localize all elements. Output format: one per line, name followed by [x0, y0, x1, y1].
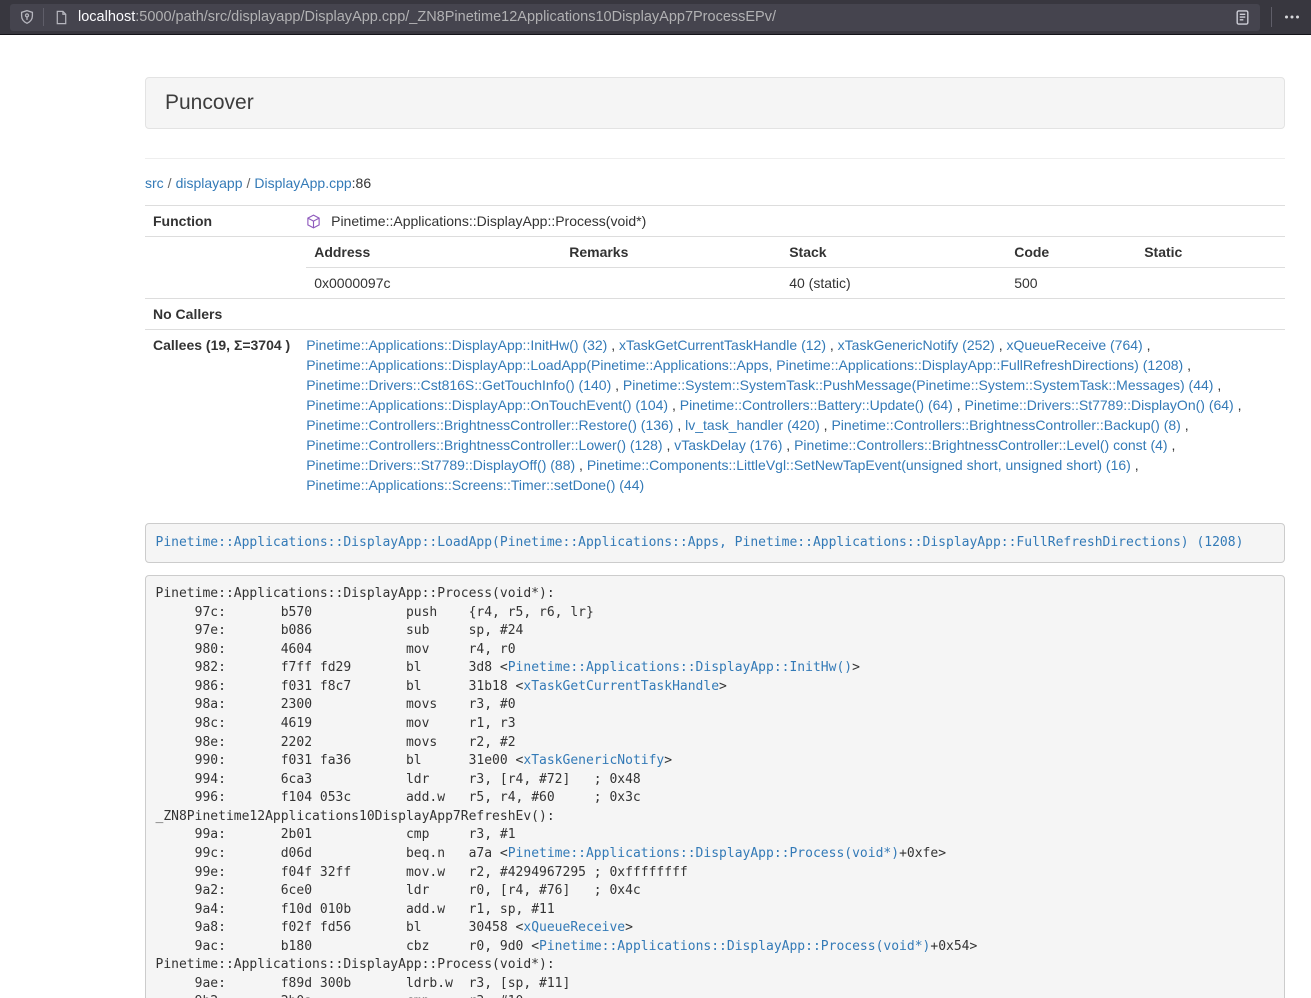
- disasm-symbol-link[interactable]: xTaskGenericNotify: [523, 753, 664, 768]
- divider: [145, 158, 1285, 159]
- callee-link[interactable]: Pinetime::System::SystemTask::PushMessag…: [623, 377, 1214, 393]
- metrics-table: Address Remarks Stack Code Static 0x0000…: [306, 237, 1285, 298]
- callee-link[interactable]: Pinetime::Drivers::St7789::DisplayOn() (…: [965, 397, 1234, 413]
- toolbar-divider: [1271, 7, 1272, 27]
- app-header-panel: Puncover: [145, 77, 1285, 129]
- selected-symbol-link[interactable]: Pinetime::Applications::DisplayApp::Load…: [156, 535, 1244, 550]
- reader-mode-icon[interactable]: [1234, 9, 1251, 26]
- disasm-symbol-link[interactable]: xQueueReceive: [523, 920, 625, 935]
- callee-link[interactable]: lv_task_handler (420): [685, 417, 820, 433]
- breadcrumb: src/displayapp/DisplayApp.cpp:86: [145, 173, 1285, 193]
- breadcrumb-link-displayapp[interactable]: displayapp: [176, 175, 243, 191]
- no-callers-label: No Callers: [145, 299, 298, 330]
- breadcrumb-separator: /: [247, 175, 251, 191]
- callee-link[interactable]: Pinetime::Applications::DisplayApp::Load…: [306, 357, 1183, 373]
- page-icon: [54, 10, 69, 25]
- disasm-symbol-link[interactable]: Pinetime::Applications::DisplayApp::Init…: [508, 660, 852, 675]
- stack-value: 40 (static): [781, 268, 1006, 299]
- function-table: Function Pinetime::Applications::Display…: [145, 205, 1285, 500]
- urlbar-divider: [43, 8, 44, 26]
- column-header-address: Address: [306, 237, 561, 268]
- function-name: Pinetime::Applications::DisplayApp::Proc…: [331, 213, 646, 229]
- remarks-value: [561, 268, 781, 299]
- selected-symbol-block: Pinetime::Applications::DisplayApp::Load…: [145, 523, 1285, 563]
- static-value: [1136, 268, 1285, 299]
- page-content: Puncover src/displayapp/DisplayApp.cpp:8…: [145, 77, 1285, 998]
- breadcrumb-link-file[interactable]: DisplayApp.cpp: [254, 175, 351, 191]
- package-icon: [306, 214, 321, 229]
- metrics-value-row: 0x0000097c 40 (static) 500: [306, 268, 1285, 299]
- callee-link[interactable]: Pinetime::Controllers::Battery::Update()…: [680, 397, 953, 413]
- callee-link[interactable]: Pinetime::Drivers::Cst816S::GetTouchInfo…: [306, 377, 611, 393]
- url-path: :5000/path/src/displayapp/DisplayApp.cpp…: [135, 9, 776, 25]
- url-bar[interactable]: localhost:5000/path/src/displayapp/Displ…: [10, 4, 1260, 31]
- column-header-static: Static: [1136, 237, 1285, 268]
- callee-link[interactable]: Pinetime::Controllers::BrightnessControl…: [306, 417, 673, 433]
- url-host: localhost: [78, 9, 135, 25]
- column-header-code: Code: [1006, 237, 1136, 268]
- url-text: localhost:5000/path/src/displayapp/Displ…: [78, 9, 1226, 25]
- breadcrumb-link-src[interactable]: src: [145, 175, 164, 191]
- column-header-remarks: Remarks: [561, 237, 781, 268]
- disasm-symbol-link[interactable]: Pinetime::Applications::DisplayApp::Proc…: [539, 939, 930, 954]
- more-menu-icon[interactable]: [1283, 9, 1301, 25]
- callee-link[interactable]: Pinetime::Controllers::BrightnessControl…: [794, 437, 1167, 453]
- function-row: Function Pinetime::Applications::Display…: [145, 206, 1285, 237]
- callee-link[interactable]: xTaskGenericNotify (252): [838, 337, 995, 353]
- browser-window: localhost:5000/path/src/displayapp/Displ…: [0, 0, 1311, 998]
- callee-link[interactable]: Pinetime::Drivers::St7789::DisplayOff() …: [306, 457, 575, 473]
- breadcrumb-line-number: :86: [352, 175, 371, 191]
- callee-link[interactable]: xTaskGetCurrentTaskHandle (12): [619, 337, 826, 353]
- callees-row: Callees (19, Σ=3704 ) Pinetime::Applicat…: [145, 330, 1285, 501]
- function-name-cell: Pinetime::Applications::DisplayApp::Proc…: [298, 206, 1285, 237]
- callee-link[interactable]: Pinetime::Applications::DisplayApp::OnTo…: [306, 397, 668, 413]
- callee-link[interactable]: xQueueReceive (764): [1007, 337, 1143, 353]
- function-row-label: Function: [145, 206, 298, 237]
- no-callers-row: No Callers: [145, 299, 1285, 330]
- callee-link[interactable]: Pinetime::Components::LittleVgl::SetNewT…: [587, 457, 1131, 473]
- app-title: Puncover: [165, 91, 254, 114]
- callee-link[interactable]: vTaskDelay (176): [674, 437, 782, 453]
- shield-icon[interactable]: [19, 9, 35, 25]
- disasm-symbol-link[interactable]: Pinetime::Applications::DisplayApp::Proc…: [508, 846, 899, 861]
- callee-link[interactable]: Pinetime::Applications::DisplayApp::Init…: [306, 337, 607, 353]
- callees-list: Pinetime::Applications::DisplayApp::Init…: [298, 330, 1285, 501]
- metrics-row: Address Remarks Stack Code Static 0x0000…: [145, 237, 1285, 299]
- address-value: 0x0000097c: [306, 268, 561, 299]
- callee-link[interactable]: Pinetime::Controllers::BrightnessControl…: [831, 417, 1180, 433]
- callee-link[interactable]: Pinetime::Applications::Screens::Timer::…: [306, 477, 644, 493]
- column-header-stack: Stack: [781, 237, 1006, 268]
- breadcrumb-separator: /: [168, 175, 172, 191]
- callees-label: Callees (19, Σ=3704 ): [145, 330, 298, 501]
- disassembly-block: Pinetime::Applications::DisplayApp::Proc…: [145, 575, 1285, 998]
- code-size-value: 500: [1006, 268, 1136, 299]
- browser-toolbar: localhost:5000/path/src/displayapp/Displ…: [0, 0, 1311, 35]
- callee-link[interactable]: Pinetime::Controllers::BrightnessControl…: [306, 437, 662, 453]
- disasm-symbol-link[interactable]: xTaskGetCurrentTaskHandle: [523, 679, 719, 694]
